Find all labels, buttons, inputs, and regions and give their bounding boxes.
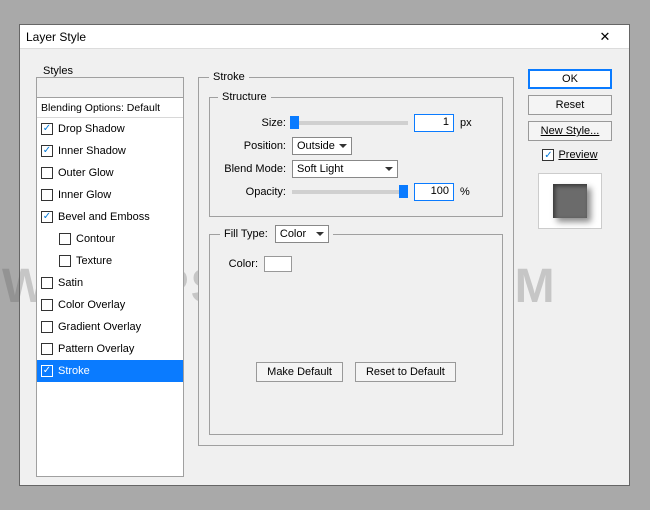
stroke-settings: Stroke Structure Size: 1 px Position: Ou…: [198, 71, 514, 446]
size-slider[interactable]: [292, 121, 408, 125]
styles-header[interactable]: [37, 78, 183, 98]
checkbox[interactable]: ✓: [41, 365, 53, 377]
checkbox[interactable]: [41, 189, 53, 201]
position-row: Position: Outside: [218, 137, 494, 155]
size-unit: px: [460, 117, 478, 129]
style-item-stroke[interactable]: ✓ Stroke: [37, 360, 183, 382]
style-item-gradient-overlay[interactable]: Gradient Overlay: [37, 316, 183, 338]
filltype-label: Fill Type:: [224, 228, 268, 240]
style-item-label: Inner Glow: [58, 189, 111, 201]
preview-toggle[interactable]: ✓ Preview: [542, 149, 597, 161]
filltype-value: Color: [280, 228, 306, 240]
window-title: Layer Style: [26, 30, 86, 44]
style-item-inner-glow[interactable]: Inner Glow: [37, 184, 183, 206]
preview-thumbnail: [553, 184, 587, 218]
opacity-unit: %: [460, 186, 478, 198]
blendmode-label: Blend Mode:: [218, 163, 286, 175]
checkbox[interactable]: [41, 277, 53, 289]
style-item-pattern-overlay[interactable]: Pattern Overlay: [37, 338, 183, 360]
checkbox[interactable]: ✓: [41, 145, 53, 157]
style-item-label: Texture: [76, 255, 112, 267]
position-value: Outside: [297, 140, 335, 152]
make-default-button[interactable]: Make Default: [256, 362, 343, 382]
styles-panel: Blending Options: Default ✓ Drop Shadow ✓ I…: [36, 77, 184, 477]
style-item-label: Inner Shadow: [58, 145, 126, 157]
style-item-label: Pattern Overlay: [58, 343, 134, 355]
ok-button[interactable]: OK: [528, 69, 612, 89]
titlebar: Layer Style ✕: [20, 25, 629, 49]
reset-default-button[interactable]: Reset to Default: [355, 362, 456, 382]
filltype-select[interactable]: Color: [275, 225, 329, 243]
opacity-row: Opacity: 100 %: [218, 183, 494, 201]
size-label: Size:: [218, 117, 286, 129]
style-item-drop-shadow[interactable]: ✓ Drop Shadow: [37, 118, 183, 140]
close-icon[interactable]: ✕: [587, 29, 623, 45]
color-label: Color:: [220, 258, 258, 270]
checkbox[interactable]: [59, 233, 71, 245]
style-item-outer-glow[interactable]: Outer Glow: [37, 162, 183, 184]
size-input[interactable]: 1: [414, 114, 454, 132]
style-item-label: Drop Shadow: [58, 123, 125, 135]
opacity-slider[interactable]: [292, 190, 408, 194]
style-item-label: Gradient Overlay: [58, 321, 141, 333]
style-item-label: Contour: [76, 233, 115, 245]
structure-group: Structure Size: 1 px Position: Outside B…: [209, 91, 503, 217]
color-row: Color:: [220, 256, 492, 272]
checkbox[interactable]: [41, 321, 53, 333]
layer-style-dialog: Layer Style ✕ WWW.PSD-DUDE.COM Styles Bl…: [19, 24, 630, 486]
checkbox[interactable]: [59, 255, 71, 267]
style-item-contour[interactable]: Contour: [37, 228, 183, 250]
filltype-legend: Fill Type: Color: [220, 225, 333, 243]
slider-thumb-icon[interactable]: [399, 185, 408, 198]
default-buttons: Make Default Reset to Default: [220, 362, 492, 382]
preview-label: Preview: [558, 149, 597, 161]
reset-button[interactable]: Reset: [528, 95, 612, 115]
preview-checkbox[interactable]: ✓: [542, 149, 554, 161]
style-item-label: Bevel and Emboss: [58, 211, 150, 223]
style-item-satin[interactable]: Satin: [37, 272, 183, 294]
new-style-label: New Style...: [541, 125, 600, 137]
preview-box: [538, 173, 602, 229]
style-item-label: Stroke: [58, 365, 90, 377]
checkbox[interactable]: [41, 167, 53, 179]
style-item-label: Color Overlay: [58, 299, 125, 311]
new-style-button[interactable]: New Style...: [528, 121, 612, 141]
fill-group: Fill Type: Color Color: Make Default Res…: [209, 225, 503, 435]
color-swatch[interactable]: [264, 256, 292, 272]
opacity-label: Opacity:: [218, 186, 286, 198]
blendmode-value: Soft Light: [297, 163, 343, 175]
position-label: Position:: [218, 140, 286, 152]
structure-label: Structure: [218, 91, 271, 103]
checkbox[interactable]: ✓: [41, 211, 53, 223]
style-item-inner-shadow[interactable]: ✓ Inner Shadow: [37, 140, 183, 162]
stroke-group-label: Stroke: [209, 71, 249, 83]
size-row: Size: 1 px: [218, 114, 494, 132]
style-item-label: Satin: [58, 277, 83, 289]
style-item-label: Outer Glow: [58, 167, 114, 179]
blendmode-row: Blend Mode: Soft Light: [218, 160, 494, 178]
slider-thumb-icon[interactable]: [290, 116, 299, 129]
position-select[interactable]: Outside: [292, 137, 352, 155]
checkbox[interactable]: ✓: [41, 123, 53, 135]
opacity-input[interactable]: 100: [414, 183, 454, 201]
style-item-texture[interactable]: Texture: [37, 250, 183, 272]
dialog-body: WWW.PSD-DUDE.COM Styles Blending Options…: [20, 49, 629, 485]
blendmode-select[interactable]: Soft Light: [292, 160, 398, 178]
right-column: OK Reset New Style... ✓ Preview: [527, 69, 613, 229]
styles-panel-label: Styles: [40, 65, 76, 77]
blending-options[interactable]: Blending Options: Default: [37, 98, 183, 118]
style-item-color-overlay[interactable]: Color Overlay: [37, 294, 183, 316]
stroke-group: Stroke Structure Size: 1 px Position: Ou…: [198, 71, 514, 446]
checkbox[interactable]: [41, 299, 53, 311]
style-item-bevel-and-emboss[interactable]: ✓ Bevel and Emboss: [37, 206, 183, 228]
checkbox[interactable]: [41, 343, 53, 355]
